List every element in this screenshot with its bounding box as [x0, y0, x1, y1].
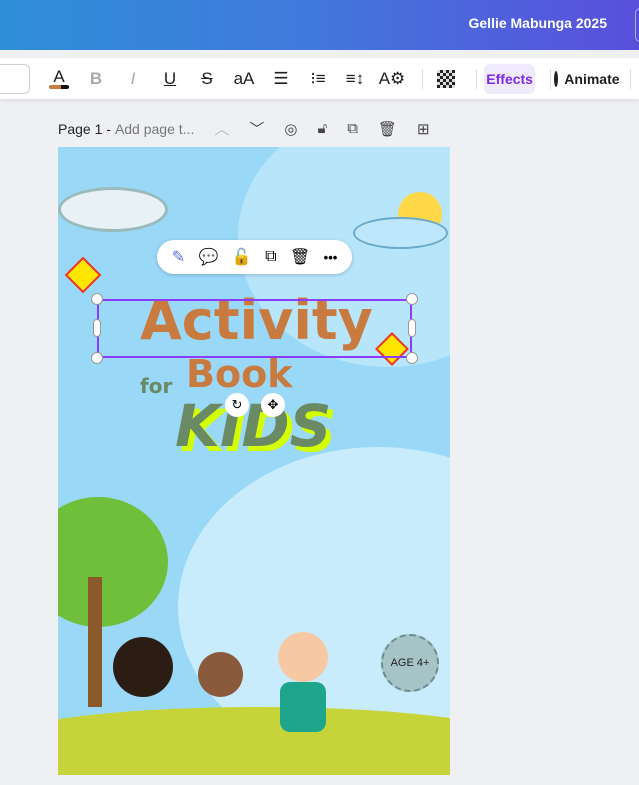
align-icon[interactable]: ☰: [266, 64, 296, 94]
divider: [630, 68, 631, 89]
team-name[interactable]: Gellie Mabunga 2025: [469, 15, 608, 31]
resize-handle[interactable]: [406, 293, 418, 305]
tree-image: [58, 497, 168, 627]
chevron-down-icon[interactable]: ﹀: [249, 118, 264, 139]
duplicate-icon[interactable]: ⧉: [265, 248, 276, 266]
side-handle[interactable]: [93, 319, 101, 337]
rotate-handle-icon[interactable]: ↻: [225, 393, 249, 417]
spacing-icon[interactable]: ≡↕: [340, 64, 370, 94]
lock-icon[interactable]: 🔓: [232, 247, 252, 267]
effects-button[interactable]: Effects: [484, 63, 535, 94]
magic-edit-icon[interactable]: ✎: [172, 247, 185, 267]
text-settings-icon[interactable]: A⚙: [377, 64, 407, 94]
color-swatch: [49, 85, 69, 89]
font-size-edge[interactable]: [0, 63, 30, 94]
page-title-input[interactable]: Add page t...: [115, 121, 194, 137]
delete-icon[interactable]: 🗑: [290, 247, 310, 267]
text-toolbar: A B I U S aA ☰ ⁝≡ ≡↕ A⚙ Effects Animate: [0, 58, 639, 99]
divider: [422, 68, 423, 89]
child-body: [280, 682, 326, 732]
resize-handle[interactable]: [406, 352, 418, 364]
child-image: [278, 632, 328, 682]
hide-icon[interactable]: ◎: [284, 120, 297, 138]
letter-case-button[interactable]: aA: [229, 64, 259, 94]
resize-handle[interactable]: [91, 293, 103, 305]
animate-icon: [554, 70, 559, 87]
more-icon[interactable]: •••: [324, 250, 338, 265]
move-handle-icon[interactable]: ✥: [261, 393, 285, 417]
italic-button[interactable]: I: [118, 64, 148, 94]
tree-trunk: [88, 577, 102, 707]
cloud-image: [353, 217, 448, 249]
transparency-icon[interactable]: [431, 64, 461, 94]
age-badge[interactable]: AGE 4+: [381, 634, 439, 692]
child-image: [113, 637, 173, 697]
divider: [549, 68, 551, 89]
title-kids[interactable]: KIDS: [175, 392, 331, 460]
header-bar: Gellie Mabunga 2025: [0, 0, 639, 50]
title-book[interactable]: Book: [186, 352, 292, 396]
add-page-icon[interactable]: ⊞: [417, 120, 430, 138]
chevron-up-icon[interactable]: ︿: [214, 118, 229, 139]
animate-button[interactable]: Animate: [554, 64, 620, 94]
bold-button[interactable]: B: [81, 64, 111, 94]
child-image: [198, 652, 243, 697]
title-for[interactable]: for: [140, 374, 172, 398]
selection-box[interactable]: [97, 299, 412, 358]
page-header: Page 1 - Add page t... ︿ ﹀ ◎ 🔓︎ ⧉ 🗑︎ ⊞: [58, 118, 430, 139]
comment-icon[interactable]: 💬: [198, 247, 218, 267]
list-icon[interactable]: ⁝≡: [303, 64, 333, 94]
kite-image: [64, 256, 102, 294]
side-handle[interactable]: [408, 319, 416, 337]
divider: [475, 68, 477, 89]
context-menu: ✎ 💬 🔓 ⧉ 🗑 •••: [157, 240, 352, 274]
cloud-image: [58, 187, 168, 232]
underline-button[interactable]: U: [155, 64, 185, 94]
delete-icon[interactable]: 🗑︎: [378, 120, 397, 138]
strikethrough-button[interactable]: S: [192, 64, 222, 94]
font-color-button[interactable]: A: [44, 64, 74, 94]
grass-hill: [58, 707, 450, 775]
share-button-edge[interactable]: [635, 8, 639, 42]
duplicate-icon[interactable]: ⧉: [347, 120, 358, 137]
lock-icon[interactable]: 🔓︎: [317, 120, 327, 137]
resize-handle[interactable]: [91, 352, 103, 364]
